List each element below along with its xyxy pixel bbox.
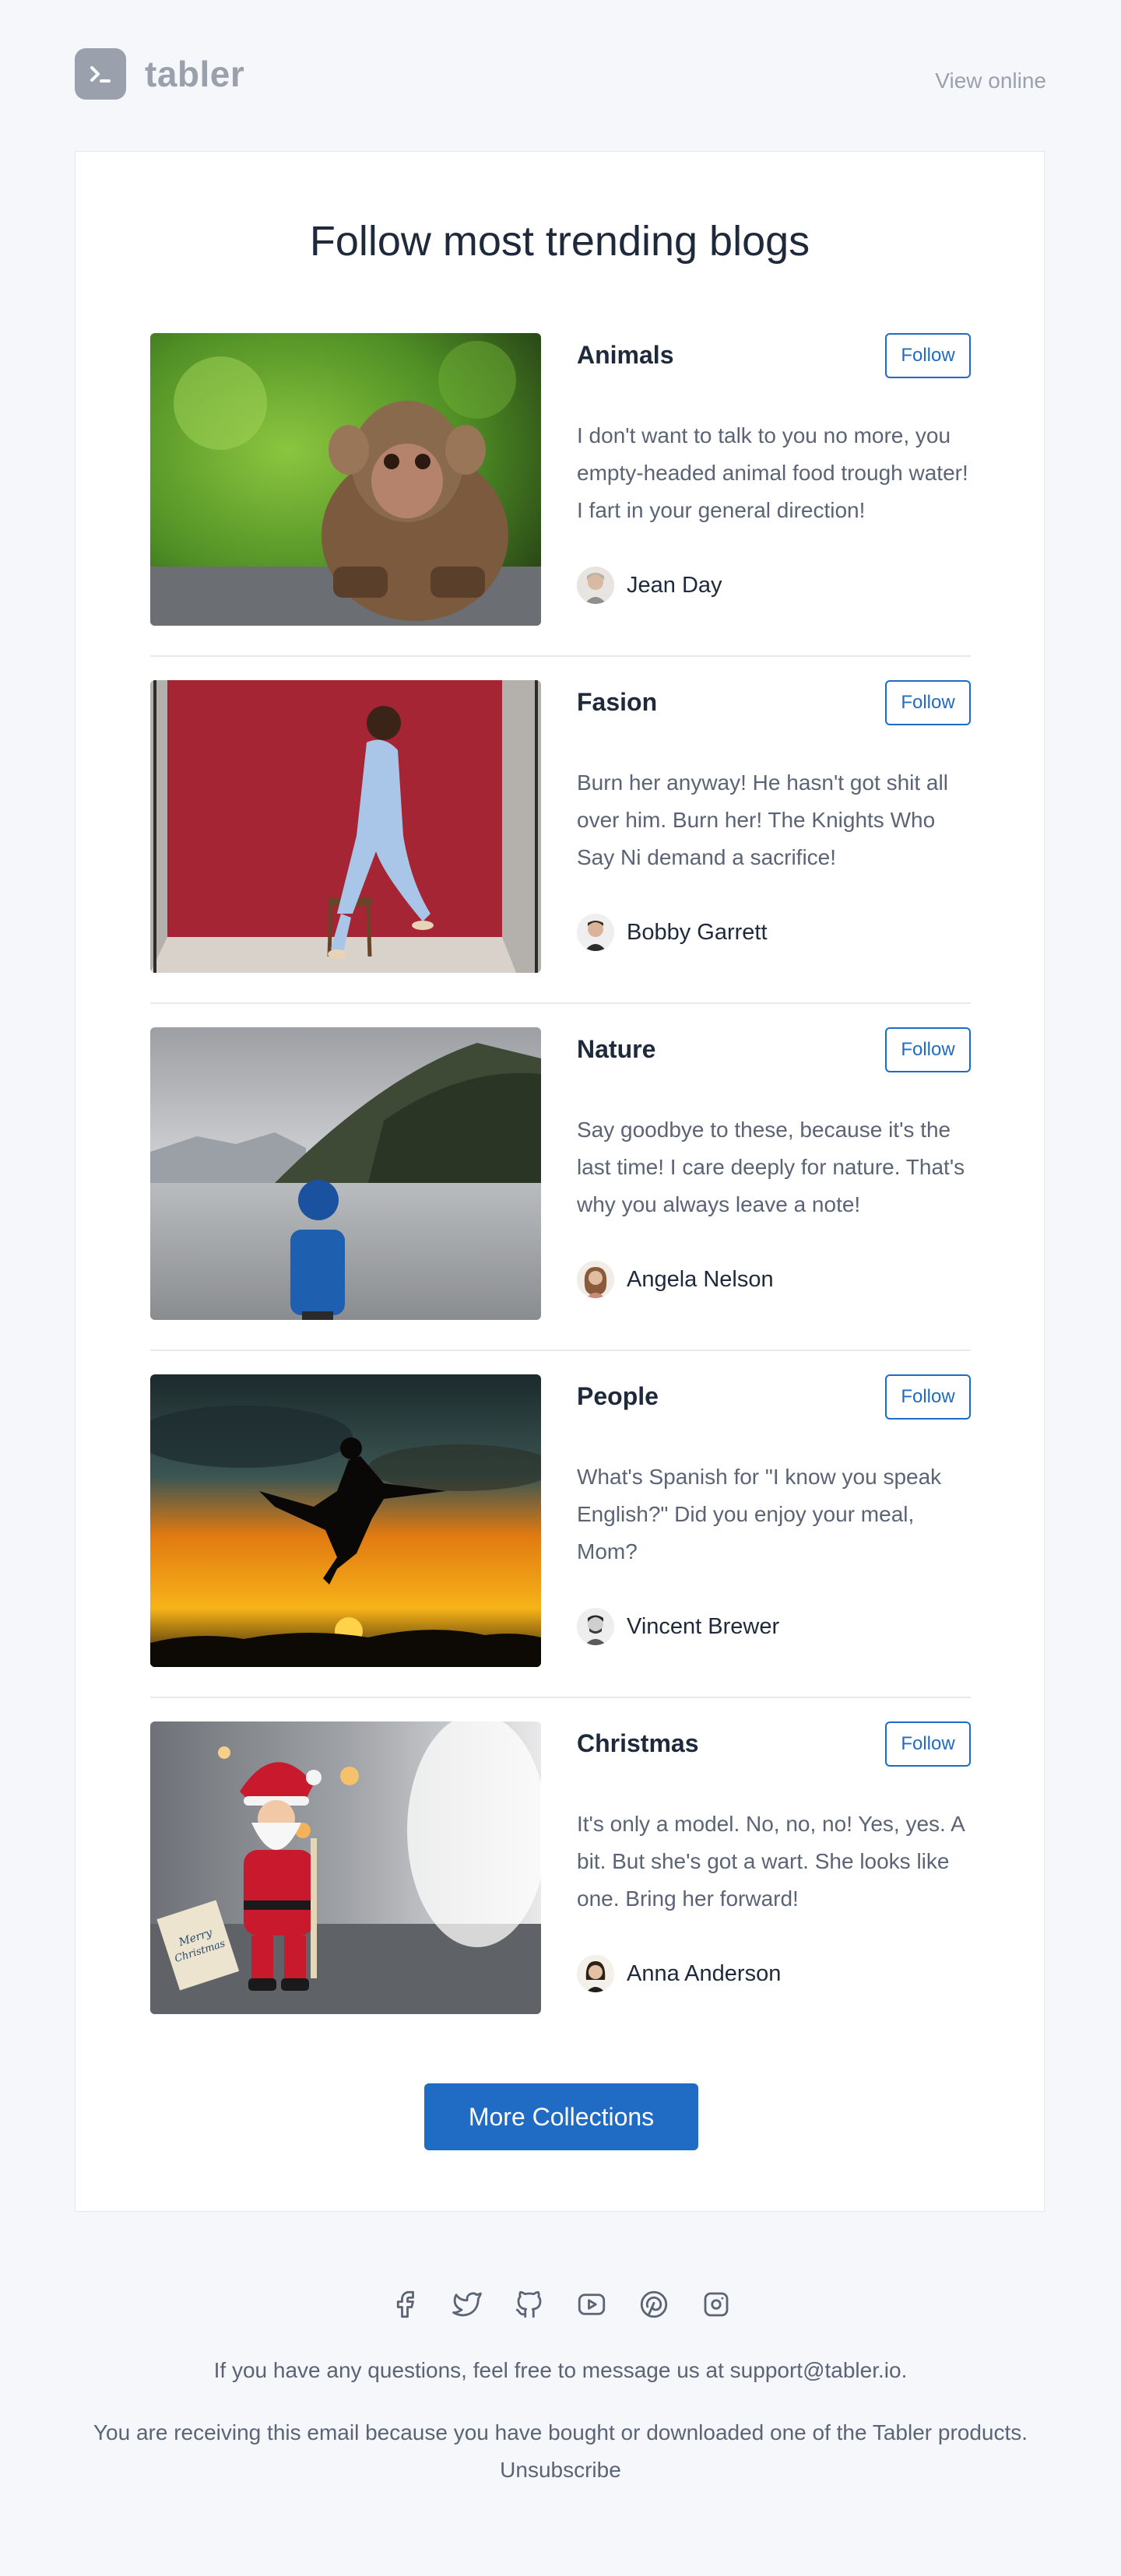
page-title: Follow most trending blogs xyxy=(309,218,810,265)
blog-description: It's only a model. No, no, no! Yes, yes.… xyxy=(577,1812,965,1911)
social-links xyxy=(75,2288,1046,2321)
divider xyxy=(150,1697,971,1698)
blog-image[interactable]: Merry Christmas xyxy=(150,1721,541,2014)
follow-button[interactable]: Follow xyxy=(885,1721,971,1767)
email-header: tabler View online xyxy=(75,0,1046,151)
youtube-icon[interactable] xyxy=(575,2288,608,2321)
monkey-photo xyxy=(150,333,541,626)
more-collections-button[interactable]: More Collections xyxy=(424,2083,698,2150)
github-icon[interactable] xyxy=(513,2288,546,2321)
avatar xyxy=(577,914,614,951)
brand-logo[interactable]: tabler xyxy=(75,48,244,100)
avatar xyxy=(577,1261,614,1298)
blog-image[interactable] xyxy=(150,1374,541,1667)
blog-title: Christmas xyxy=(577,1729,699,1757)
blog-item-people: People Follow What's Spanish for "I know… xyxy=(150,1374,971,1667)
content-card: Follow most trending blogs Animals Follo… xyxy=(75,151,1045,2212)
blog-author[interactable]: Angela Nelson xyxy=(577,1261,774,1298)
terminal-icon xyxy=(75,48,126,100)
santa-figure-photo: Merry Christmas xyxy=(150,1721,541,2014)
avatar xyxy=(577,1608,614,1645)
facebook-icon[interactable] xyxy=(388,2288,421,2321)
blog-item-fasion: Fasion Follow Burn her anyway! He hasn't… xyxy=(150,680,971,973)
view-online-link[interactable]: View online xyxy=(935,68,1046,93)
blog-title: Animals xyxy=(577,341,674,369)
author-name: Bobby Garrett xyxy=(627,919,768,945)
avatar xyxy=(577,1955,614,1992)
divider xyxy=(150,655,971,657)
blog-description: I don't want to talk to you no more, you… xyxy=(577,423,968,522)
blog-author[interactable]: Vincent Brewer xyxy=(577,1608,779,1645)
blog-description: Burn her anyway! He hasn't got shit all … xyxy=(577,770,948,869)
twitter-icon[interactable] xyxy=(451,2288,483,2321)
follow-button[interactable]: Follow xyxy=(885,1374,971,1420)
brand-name: tabler xyxy=(145,54,245,94)
blog-title: Fasion xyxy=(577,688,658,716)
blog-image[interactable] xyxy=(150,680,541,973)
blog-item-christmas: Merry Christmas Christmas Follow It's on… xyxy=(150,1721,971,2014)
blog-item-nature: Nature Follow Say goodbye to these, beca… xyxy=(150,1027,971,1320)
follow-button[interactable]: Follow xyxy=(885,680,971,725)
receiving-text: You are receiving this email because you… xyxy=(93,2420,1028,2444)
contact-text: If you have any questions, feel free to … xyxy=(213,2358,908,2382)
blog-title: People xyxy=(577,1382,659,1410)
blog-author[interactable]: Bobby Garrett xyxy=(577,914,768,951)
divider xyxy=(150,1002,971,1004)
instagram-icon[interactable] xyxy=(700,2288,733,2321)
follow-button[interactable]: Follow xyxy=(885,1027,971,1072)
blog-title: Nature xyxy=(577,1035,656,1063)
pinterest-icon[interactable] xyxy=(638,2288,670,2321)
author-name: Jean Day xyxy=(627,572,722,598)
follow-button[interactable]: Follow xyxy=(885,333,971,378)
blog-description: What's Spanish for "I know you speak Eng… xyxy=(577,1465,942,1563)
avatar xyxy=(577,567,614,604)
divider xyxy=(150,1349,971,1351)
author-name: Angela Nelson xyxy=(627,1266,774,1292)
fashion-model-photo xyxy=(150,680,541,973)
unsubscribe-row: Unsubscribe xyxy=(75,2451,1046,2489)
blog-item-animals: Animals Follow I don't want to talk to y… xyxy=(150,333,971,626)
author-name: Anna Anderson xyxy=(627,1960,782,1986)
blog-description: Say goodbye to these, because it's the l… xyxy=(577,1118,965,1216)
lake-person-photo xyxy=(150,1027,541,1320)
email-container: tabler View online Follow most trending … xyxy=(75,0,1046,2482)
blog-image[interactable] xyxy=(150,333,541,626)
author-name: Vincent Brewer xyxy=(627,1613,780,1639)
blog-author[interactable]: Anna Anderson xyxy=(577,1955,781,1992)
sunset-kick-photo xyxy=(150,1374,541,1667)
blog-image[interactable] xyxy=(150,1027,541,1320)
blog-author[interactable]: Jean Day xyxy=(577,567,722,604)
unsubscribe-link[interactable]: Unsubscribe xyxy=(500,2458,621,2482)
